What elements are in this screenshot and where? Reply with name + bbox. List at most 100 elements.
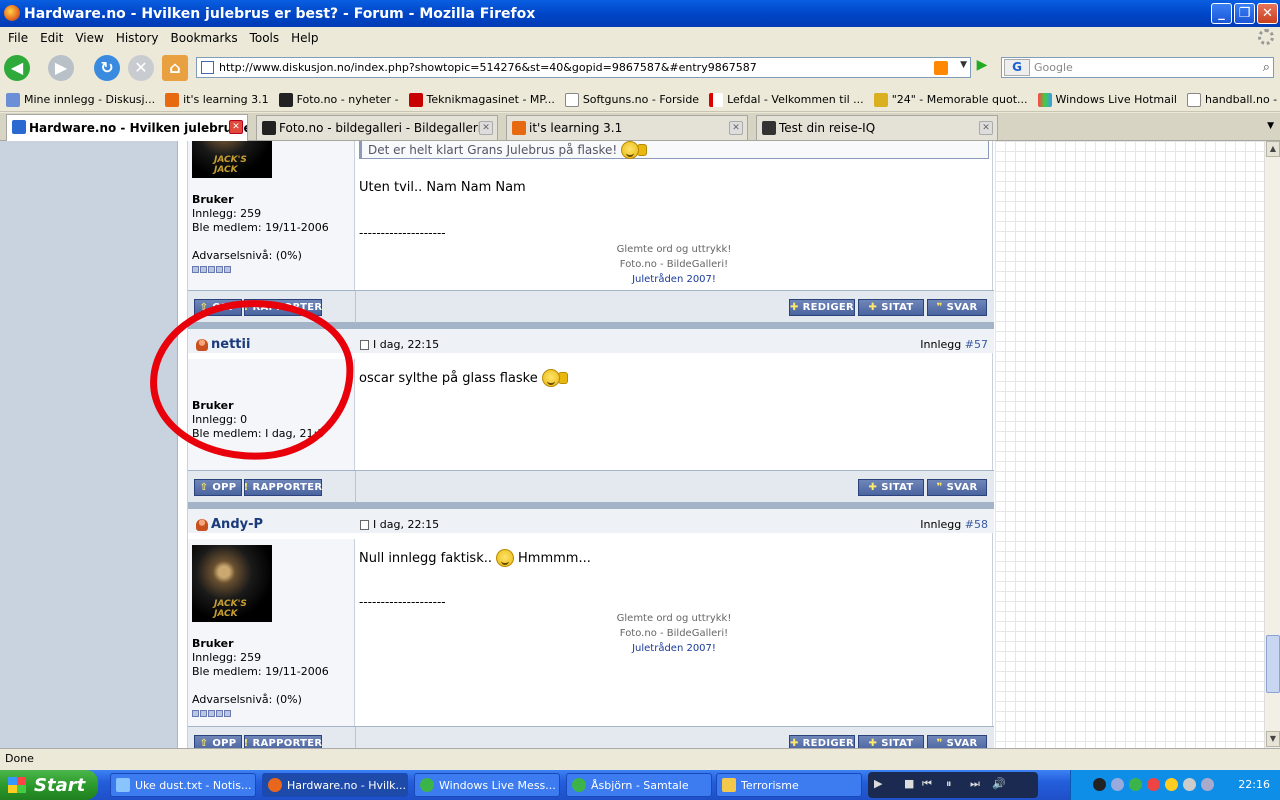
scroll-down-icon[interactable]: ▼ bbox=[1266, 731, 1280, 747]
svar-button[interactable]: ❞ SVAR bbox=[927, 735, 987, 748]
url-bar[interactable]: http://www.diskusjon.no/index.php?showto… bbox=[196, 57, 971, 78]
messenger-tray-icon[interactable] bbox=[1129, 778, 1142, 791]
menu-file[interactable]: File bbox=[2, 31, 34, 45]
left-margin bbox=[0, 141, 178, 748]
svar-button[interactable]: ❞ SVAR bbox=[927, 299, 987, 316]
search-icon[interactable]: ⌕ bbox=[1263, 60, 1270, 75]
tab-favicon bbox=[512, 121, 526, 135]
taskbar-item-notepad[interactable]: Uke dust.txt - Notis... bbox=[110, 773, 256, 797]
media-player-toolbar[interactable]: ▶ ■ ⏮ ⏸ ⏭ 🔊 bbox=[868, 772, 1038, 798]
tab-hardware[interactable]: Hardware.no - Hvilken julebrus e... ✕ bbox=[6, 114, 248, 141]
post-permalink[interactable]: #57 bbox=[965, 338, 988, 351]
post-icon bbox=[360, 519, 369, 530]
close-icon[interactable]: ✕ bbox=[979, 121, 993, 135]
forward-icon[interactable]: ▶ bbox=[48, 55, 74, 81]
post-message: oscar sylthe på glass flaske bbox=[359, 369, 989, 387]
reload-icon[interactable]: ↻ bbox=[94, 55, 120, 81]
taskbar-item-folder[interactable]: Terrorisme bbox=[716, 773, 862, 797]
rapporter-button[interactable]: ! RAPPORTER bbox=[244, 299, 322, 316]
bookmark-item[interactable]: Teknikmagasinet - MP... bbox=[408, 92, 555, 107]
svar-button[interactable]: ❞ SVAR bbox=[927, 479, 987, 496]
rapporter-button[interactable]: ! RAPPORTER bbox=[244, 479, 322, 496]
scrollbar-thumb[interactable] bbox=[1266, 635, 1280, 693]
menu-view[interactable]: View bbox=[69, 31, 109, 45]
bookmark-item[interactable]: Lefdal - Velkommen til ... bbox=[709, 92, 864, 107]
stop-icon[interactable]: ✕ bbox=[128, 55, 154, 81]
taskbar-item-conversation[interactable]: Åsbjörn - Samtale bbox=[566, 773, 712, 797]
play-icon[interactable]: ▶ bbox=[874, 777, 882, 790]
clock: 22:16 bbox=[1238, 778, 1270, 791]
bookmark-item[interactable]: Foto.no - nyheter - bbox=[278, 92, 399, 107]
menu-help[interactable]: Help bbox=[285, 31, 324, 45]
user-role: Bruker bbox=[192, 399, 234, 412]
bookmark-item[interactable]: handball.no - Organis... bbox=[1186, 92, 1280, 107]
tab-reise-iq[interactable]: Test din reise-IQ ✕ bbox=[756, 115, 998, 140]
signature-line[interactable]: Foto.no - BildeGalleri! bbox=[359, 257, 989, 272]
sound-icon[interactable] bbox=[1183, 778, 1196, 791]
menu-edit[interactable]: Edit bbox=[34, 31, 69, 45]
volume-icon[interactable]: 🔊 bbox=[992, 777, 1006, 790]
bookmark-item[interactable]: Softguns.no - Forside bbox=[564, 92, 699, 107]
smiley-icon bbox=[621, 141, 640, 159]
menu-history[interactable]: History bbox=[110, 31, 165, 45]
rss-icon[interactable] bbox=[934, 61, 948, 75]
signature-line[interactable]: Glemte ord og uttrykk! bbox=[359, 242, 989, 257]
close-button[interactable]: ✕ bbox=[1257, 3, 1278, 24]
menu-tools[interactable]: Tools bbox=[244, 31, 286, 45]
url-dropdown-icon[interactable]: ▼ bbox=[960, 60, 967, 70]
back-icon[interactable]: ◀ bbox=[4, 55, 30, 81]
vertical-scrollbar[interactable]: ▲ ▼ bbox=[1264, 141, 1280, 748]
post-body: Null innlegg faktisk.. Hmmmm... bbox=[359, 549, 989, 567]
close-icon[interactable]: ✕ bbox=[729, 121, 743, 135]
rapporter-button[interactable]: ! RAPPORTER bbox=[244, 735, 322, 748]
minimize-button[interactable]: _ bbox=[1211, 3, 1232, 24]
signature-line[interactable]: Foto.no - BildeGalleri! bbox=[359, 626, 989, 641]
pause-icon[interactable]: ⏸ bbox=[946, 777, 952, 791]
sitat-button[interactable]: ✚ SITAT bbox=[858, 479, 924, 496]
connection-icon[interactable] bbox=[1201, 778, 1214, 791]
bookmark-item[interactable]: Windows Live Hotmail bbox=[1037, 92, 1177, 107]
rediger-button[interactable]: ✚ REDIGER bbox=[789, 735, 855, 748]
tab-list-icon[interactable]: ▼ bbox=[1267, 121, 1274, 131]
taskbar-item-messenger[interactable]: Windows Live Mess... bbox=[414, 773, 560, 797]
signature-line[interactable]: Glemte ord og uttrykk! bbox=[359, 611, 989, 626]
post-username[interactable]: nettii bbox=[196, 337, 250, 352]
sitat-button[interactable]: ✚ SITAT bbox=[858, 299, 924, 316]
steam-icon[interactable] bbox=[1093, 778, 1106, 791]
bookmark-item[interactable]: Mine innlegg - Diskusj... bbox=[6, 92, 155, 107]
update-icon[interactable] bbox=[1165, 778, 1178, 791]
search-engine-icon[interactable]: G bbox=[1004, 59, 1030, 76]
bookmark-item[interactable]: it's learning 3.1 bbox=[165, 92, 269, 107]
rediger-button[interactable]: ✚ REDIGER bbox=[789, 299, 855, 316]
signature-link[interactable]: Juletråden 2007! bbox=[359, 272, 989, 287]
previous-icon[interactable]: ⏮ bbox=[922, 777, 932, 791]
user-post-count: Innlegg: 0 bbox=[192, 413, 248, 426]
close-icon[interactable]: ✕ bbox=[229, 120, 243, 134]
home-icon[interactable]: ⌂ bbox=[162, 55, 188, 81]
opp-button[interactable]: ⇧ OPP bbox=[194, 299, 242, 316]
menu-bookmarks[interactable]: Bookmarks bbox=[165, 31, 244, 45]
opp-button[interactable]: ⇧ OPP bbox=[194, 735, 242, 748]
bookmark-item[interactable]: "24" - Memorable quot... bbox=[873, 92, 1028, 107]
go-icon[interactable]: ▶ bbox=[972, 57, 992, 78]
sitat-button[interactable]: ✚ SITAT bbox=[858, 735, 924, 748]
next-icon[interactable]: ⏭ bbox=[970, 777, 980, 791]
post-number: Innlegg #58 bbox=[920, 518, 988, 531]
antivirus-icon[interactable] bbox=[1147, 778, 1160, 791]
scroll-up-icon[interactable]: ▲ bbox=[1266, 141, 1280, 157]
stop-media-icon[interactable]: ■ bbox=[904, 777, 914, 790]
post-permalink[interactable]: #58 bbox=[965, 518, 988, 531]
user-icon bbox=[196, 518, 208, 531]
signature-link[interactable]: Juletråden 2007! bbox=[359, 641, 989, 656]
close-icon[interactable]: ✕ bbox=[479, 121, 493, 135]
maximize-button[interactable]: ❐ bbox=[1234, 3, 1255, 24]
search-input[interactable]: G Google ⌕ bbox=[1001, 57, 1274, 78]
opp-button[interactable]: ⇧ OPP bbox=[194, 479, 242, 496]
start-button[interactable]: Start bbox=[0, 770, 98, 800]
network-icon[interactable] bbox=[1111, 778, 1124, 791]
url-text: http://www.diskusjon.no/index.php?showto… bbox=[219, 61, 757, 74]
taskbar-item-firefox[interactable]: Hardware.no - Hvilk... bbox=[262, 773, 408, 797]
tab-itslearning[interactable]: it's learning 3.1 ✕ bbox=[506, 115, 748, 140]
tab-foto[interactable]: Foto.no - bildegalleri - Bildegalleriet … bbox=[256, 115, 498, 140]
post-username[interactable]: Andy-P bbox=[196, 517, 263, 532]
